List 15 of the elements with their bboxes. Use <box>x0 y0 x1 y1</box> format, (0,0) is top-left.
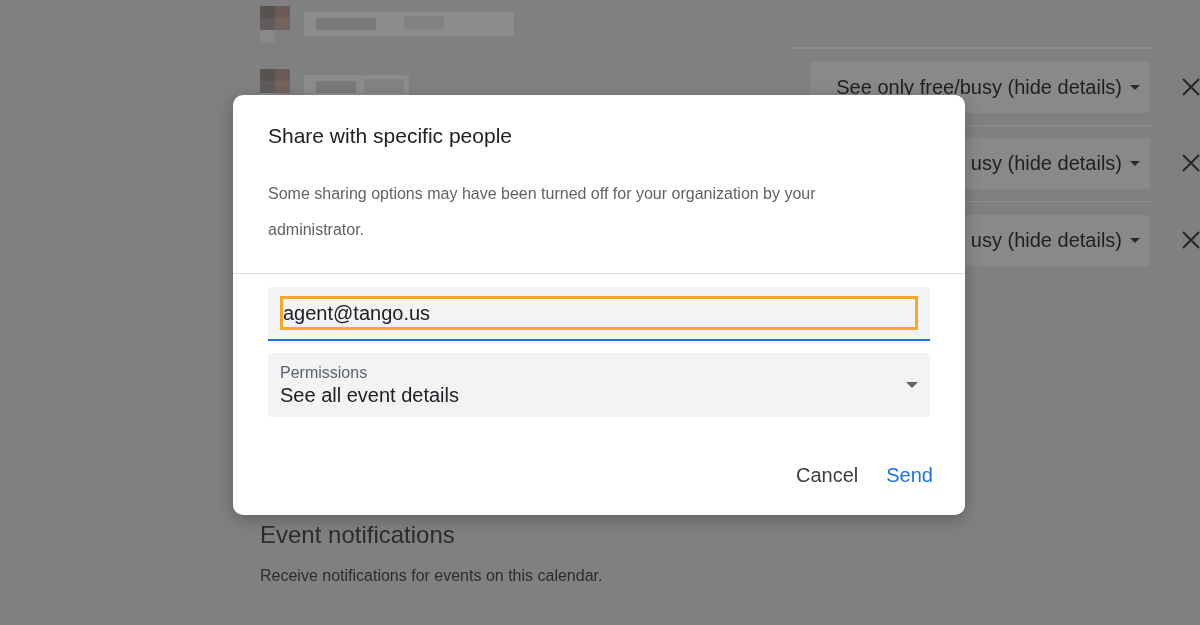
dialog-title: Share with specific people <box>268 124 513 148</box>
redacted-avatar <box>260 6 290 42</box>
caret-icon <box>1130 237 1140 243</box>
send-button[interactable]: Send <box>876 458 943 493</box>
email-field[interactable]: agent@tango.us <box>268 287 930 341</box>
caret-icon <box>1130 84 1140 90</box>
close-icon[interactable] <box>1182 77 1200 96</box>
cancel-button[interactable]: Cancel <box>786 458 869 493</box>
section-heading: Event notifications <box>260 521 456 549</box>
close-icon[interactable] <box>1182 230 1200 249</box>
permissions-select[interactable]: Permissions See all event details <box>268 353 930 417</box>
caret-icon <box>1130 161 1140 166</box>
section-description: Receive notifications for events on this calendar. <box>260 567 604 585</box>
caret-icon <box>906 382 918 388</box>
close-icon[interactable] <box>1182 154 1200 172</box>
